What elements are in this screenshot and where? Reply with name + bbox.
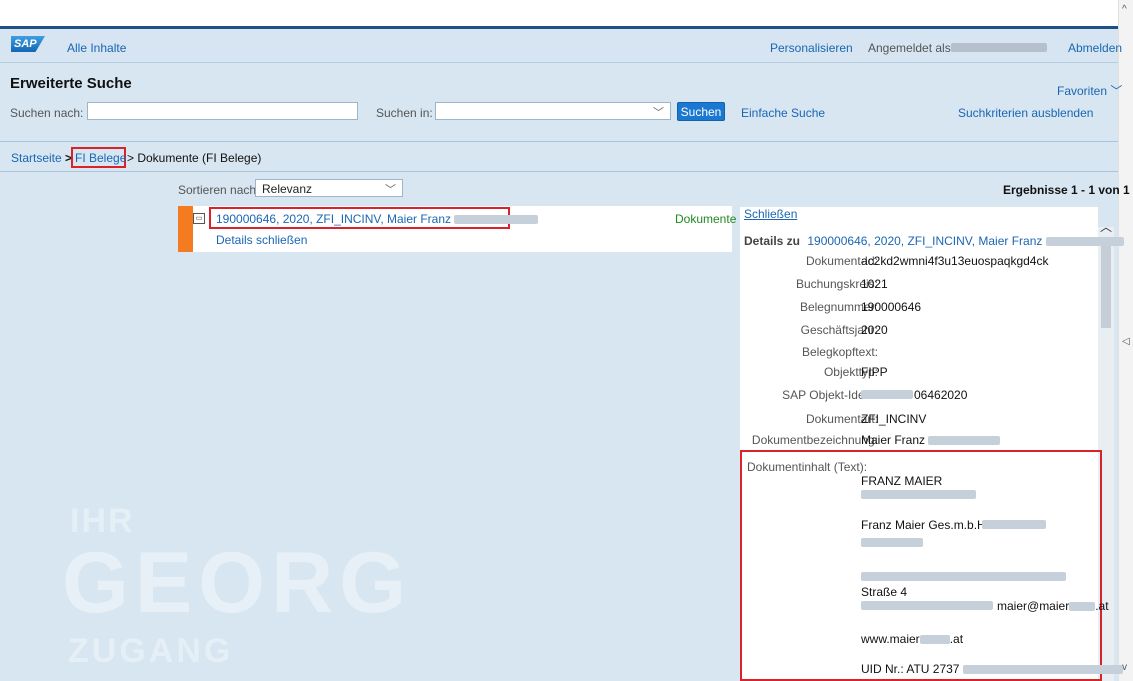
logged-in-label: Angemeldet als: [868, 41, 955, 55]
content-web: www.maier .at [861, 632, 964, 646]
watermark-line2: GEORG [62, 535, 413, 631]
redacted-text [861, 538, 923, 547]
redacted-text [861, 390, 913, 399]
search-in-label: Suchen in: [376, 106, 433, 120]
field-value: ZFI_INCINV [861, 412, 927, 426]
redacted-text [861, 601, 993, 610]
divider [0, 171, 1118, 172]
details-heading: Details zu 190000646, 2020, ZFI_INCINV, … [744, 234, 1124, 248]
breadcrumb: Startseite > [11, 151, 72, 165]
content-uid: UID Nr.: ATU 2737 [861, 662, 1123, 676]
redacted-text [1045, 237, 1124, 247]
sort-select[interactable]: Relevanz ﹀ [255, 179, 403, 197]
chevron-down-icon: ﹀ [653, 107, 664, 119]
panel-scroll-thumb[interactable] [1101, 244, 1111, 328]
search-for-label: Suchen nach: [10, 106, 84, 120]
search-button[interactable]: Suchen [677, 102, 725, 121]
window-top-blank [0, 0, 1118, 26]
close-details-link[interactable]: Details schließen [216, 233, 307, 247]
result-title-link[interactable]: 190000646, 2020, ZFI_INCINV, Maier Franz [216, 212, 539, 226]
chevron-up-icon[interactable]: ︿ [1100, 218, 1112, 235]
content-street: Straße 4 [861, 585, 908, 599]
sort-label: Sortieren nach: [178, 183, 260, 197]
field-label: Belegkopftext: [801, 345, 878, 359]
breadcrumb-home[interactable]: Startseite [11, 151, 62, 165]
search-input[interactable] [87, 102, 358, 120]
personalize-link[interactable]: Personalisieren [770, 41, 853, 55]
page-title: Erweiterte Suche [10, 75, 132, 92]
chevron-down-icon: ﹀ [1110, 84, 1123, 98]
redacted-text [861, 572, 1066, 581]
field-value: ac2kd2wmni4f3u13euospaqkgd4ck [861, 254, 1049, 268]
field-value: 1021 [861, 277, 888, 291]
field-value: Maier Franz [861, 433, 1001, 447]
watermark-line3: ZUGANG [68, 632, 234, 670]
logout-link[interactable]: Abmelden [1068, 41, 1122, 55]
redacted-text [962, 665, 1123, 675]
user-name-redacted [951, 43, 1047, 52]
redacted-text [982, 520, 1046, 529]
details-title-link[interactable]: 190000646, 2020, ZFI_INCINV, Maier Franz [807, 234, 1042, 248]
scroll-grip-icon[interactable]: ◁ [1122, 336, 1130, 347]
content-name: FRANZ MAIER [861, 474, 943, 488]
redacted-text [928, 436, 1001, 446]
field-value: FIPP [861, 365, 888, 379]
field-value: 190000646 [861, 300, 922, 314]
redacted-text [861, 490, 976, 499]
result-marker [178, 206, 193, 252]
window-scrollbar[interactable]: ^ ◁ v [1118, 0, 1133, 681]
field-label: Dokumentbezeichnung: [751, 433, 878, 447]
close-panel-link[interactable]: Schließen [744, 207, 797, 221]
breadcrumb-fi-belege[interactable]: FI Belege [75, 151, 126, 165]
content-company: Franz Maier Ges.m.b.H [861, 518, 986, 532]
chevron-down-icon: ﹀ [385, 184, 396, 196]
simple-search-link[interactable]: Einfache Suche [741, 106, 825, 120]
breadcrumb-current: > Dokumente (FI Belege) [127, 151, 262, 165]
divider [0, 141, 1118, 142]
result-count: Ergebnisse 1 - 1 von 1 [1003, 183, 1130, 197]
content-label: Dokumentinhalt (Text): [747, 460, 868, 474]
redacted-text [919, 635, 950, 645]
search-in-select[interactable]: ﹀ [435, 102, 671, 120]
redacted-text [1069, 602, 1096, 612]
sort-value: Relevanz [262, 182, 313, 196]
field-value: 06462020 [914, 388, 968, 402]
redacted-text [454, 215, 539, 225]
favorites-link[interactable]: Favoriten ﹀ [1057, 82, 1122, 99]
hide-criteria-link[interactable]: Suchkriterien ausblenden [958, 106, 1093, 120]
details-for-label: Details zu [744, 234, 801, 248]
content-email: maier@maier .at [997, 599, 1109, 613]
all-content-link[interactable]: Alle Inhalte [67, 41, 126, 55]
result-category: Dokumente [675, 212, 737, 226]
scroll-up-icon[interactable]: ^ [1122, 4, 1127, 15]
field-value: 2020 [861, 323, 888, 337]
document-icon: ▭ [193, 213, 205, 224]
